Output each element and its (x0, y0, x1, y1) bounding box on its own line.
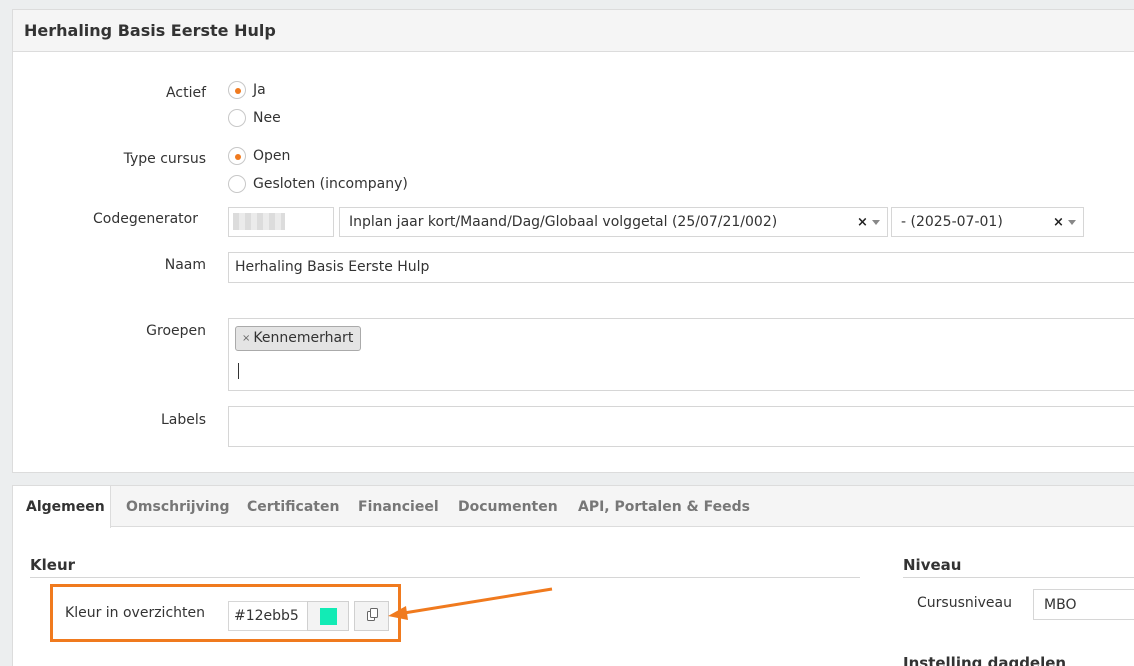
dagdelen-section-title: Instelling dagdelen (903, 654, 1067, 666)
radio-unchecked[interactable] (228, 175, 246, 193)
remove-tag-icon[interactable]: × (242, 333, 250, 344)
chevron-down-icon[interactable] (872, 220, 880, 225)
code-format-select[interactable]: Inplan jaar kort/Maand/Dag/Globaal volgg… (339, 207, 888, 237)
text-cursor (238, 363, 239, 379)
tab-api-portalen-feeds[interactable]: API, Portalen & Feeds (578, 499, 750, 515)
labels-input[interactable] (228, 406, 1134, 447)
radio-checked[interactable] (228, 147, 246, 165)
clear-icon[interactable]: × (857, 215, 868, 230)
page-title: Herhaling Basis Eerste Hulp (13, 10, 1134, 52)
naam-label: Naam (164, 257, 206, 273)
cursusniveau-label: Cursusniveau (917, 595, 1012, 611)
cursusniveau-select[interactable]: MBO (1033, 589, 1134, 620)
radio-unchecked[interactable] (228, 109, 246, 127)
chevron-down-icon[interactable] (1068, 220, 1076, 225)
highlight-annotation (50, 584, 401, 642)
section-divider (30, 577, 860, 578)
kleur-section-title: Kleur (30, 556, 76, 574)
actief-label: Actief (166, 85, 206, 101)
labels-label: Labels (160, 412, 206, 428)
course-panel: Herhaling Basis Eerste Hulp (12, 9, 1134, 473)
arrow-annotation (388, 587, 553, 620)
type-cursus-option-gesloten[interactable]: Gesloten (incompany) (228, 174, 408, 194)
groepen-label: Groepen (146, 323, 206, 339)
tab-omschrijving[interactable]: Omschrijving (126, 499, 230, 515)
tab-certificaten[interactable]: Certificaten (247, 499, 339, 515)
redacted-value (233, 213, 285, 230)
tab-financieel[interactable]: Financieel (358, 499, 439, 515)
section-divider (903, 577, 1134, 578)
radio-checked[interactable] (228, 81, 246, 99)
type-cursus-label: Type cursus (123, 151, 206, 167)
codegenerator-label: Codegenerator (93, 211, 198, 227)
tab-documenten[interactable]: Documenten (458, 499, 558, 515)
actief-option-ja[interactable]: Ja (228, 80, 266, 100)
type-cursus-option-open[interactable]: Open (228, 146, 290, 166)
niveau-section-title: Niveau (903, 556, 962, 574)
code-date-select[interactable]: - (2025-07-01) × (891, 207, 1084, 237)
naam-input[interactable]: Herhaling Basis Eerste Hulp (228, 252, 1134, 283)
code-prefix-input[interactable] (228, 207, 334, 237)
groepen-multiselect[interactable]: × Kennemerhart (228, 318, 1134, 391)
tab-bar: Algemeen Omschrijving Certificaten Finan… (13, 486, 1134, 528)
clear-icon[interactable]: × (1053, 215, 1064, 230)
actief-option-nee[interactable]: Nee (228, 108, 281, 128)
tab-algemeen[interactable]: Algemeen (26, 499, 105, 515)
tag-kennemerhart: × Kennemerhart (235, 326, 362, 351)
